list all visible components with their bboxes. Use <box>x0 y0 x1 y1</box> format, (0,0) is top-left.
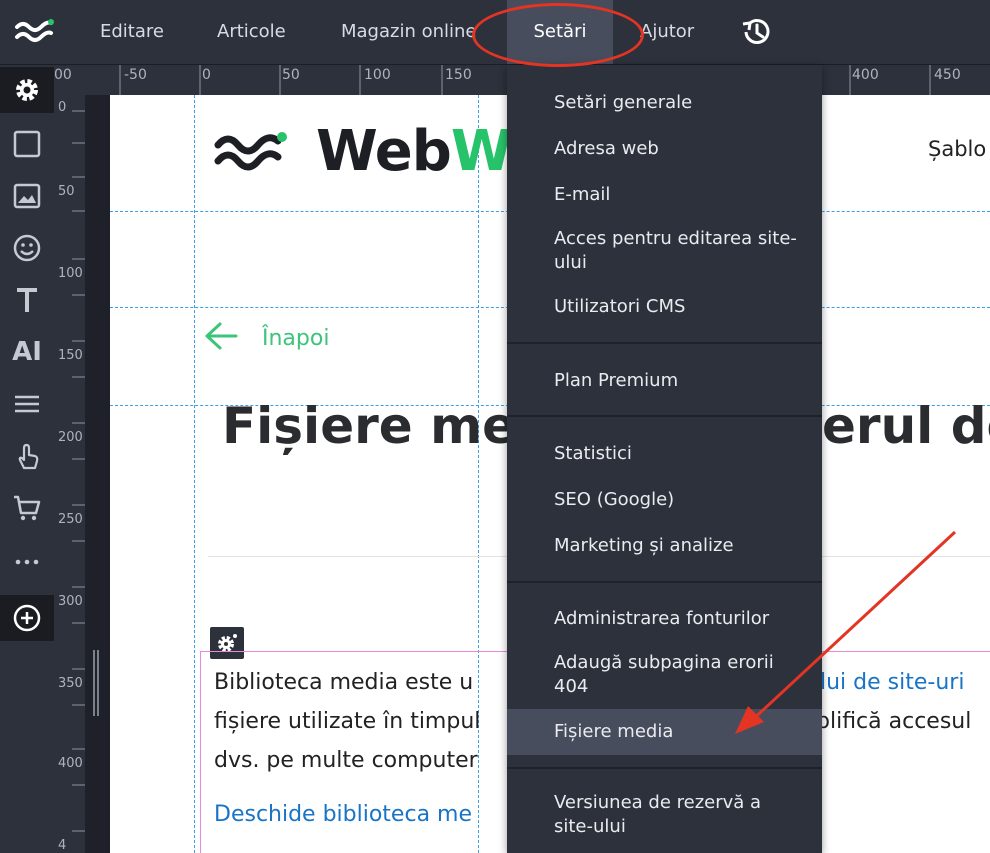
brand-name: WebW <box>316 119 513 184</box>
para-text: Biblioteca media este u <box>214 670 474 695</box>
menu-separator <box>507 415 822 417</box>
menu-separator <box>507 342 822 344</box>
ruler-ticks <box>72 110 85 832</box>
menu-item-utilizatori-cms[interactable]: Utilizatori CMS <box>507 295 822 319</box>
menu-separator <box>507 581 822 583</box>
section-icon[interactable] <box>0 121 54 167</box>
resize-grip-handle[interactable] <box>93 650 99 716</box>
menu-item-plan-premium[interactable]: Plan Premium <box>507 369 822 393</box>
para-line-3: dvs. pe multe computer <box>214 748 478 773</box>
settings-dropdown-menu: Setări generale Adresa web E-mail Acces … <box>507 65 822 853</box>
ai-label: AI <box>12 337 42 367</box>
menu-item-eroare-404[interactable]: Adaugă subpagina erorii 404 <box>507 651 822 699</box>
brand-logo-icon <box>214 132 287 171</box>
menu-separator <box>507 767 822 769</box>
arrow-left-icon[interactable] <box>204 321 238 351</box>
image-icon[interactable] <box>0 173 54 219</box>
para-line-2: fișiere utilizate în timpul <box>214 709 481 734</box>
open-media-library-link[interactable]: Deschide biblioteca me <box>214 802 472 827</box>
page-heading-right: erul de <box>822 397 990 455</box>
menu-lines-icon[interactable] <box>0 381 54 427</box>
menu-item-email[interactable]: E-mail <box>507 183 822 207</box>
menu-item-acces-editare[interactable]: Acces pentru editarea site-ului <box>507 227 822 275</box>
menu-magazin-online[interactable]: Magazin online <box>341 0 477 64</box>
menu-item-statistici[interactable]: Statistici <box>507 442 822 466</box>
menu-item-seo[interactable]: SEO (Google) <box>507 488 822 512</box>
brand-name-green: W <box>450 119 513 184</box>
menu-item-fonturi[interactable]: Administrarea fonturilor <box>507 607 822 631</box>
ai-icon[interactable]: AI <box>0 329 54 375</box>
page-heading-left: Fișiere me <box>222 397 517 455</box>
menu-item-fisiere-media[interactable]: Fișiere media <box>507 709 822 755</box>
more-icon[interactable] <box>0 539 54 585</box>
menu-item-marketing[interactable]: Marketing și analize <box>507 534 822 558</box>
back-link[interactable]: Înapoi <box>262 326 329 351</box>
history-icon[interactable] <box>738 14 774 50</box>
brand-name-dark: Web <box>316 119 452 184</box>
site-nav-item[interactable]: Șablo <box>928 137 986 161</box>
webwave-logo-icon[interactable] <box>14 18 54 46</box>
menu-setari[interactable]: Setări <box>507 0 613 64</box>
para-line-1: Biblioteca media este u <box>214 670 473 695</box>
layout-guide <box>194 95 195 853</box>
emoji-icon[interactable] <box>0 225 54 271</box>
menu-item-versiune-rezerva[interactable]: Versiunea de rezervă a site-ului <box>507 791 822 839</box>
left-toolbar: AI <box>0 65 54 853</box>
menu-articole[interactable]: Articole <box>217 0 286 64</box>
gear-icon[interactable] <box>0 67 54 113</box>
para-line-2-right: plifică accesul <box>816 709 972 734</box>
menu-editare[interactable]: Editare <box>100 0 164 64</box>
top-menu-bar: Editare Articole Magazin online Setări A… <box>0 0 990 65</box>
vertical-ruler: 0 50 100 150 200 250 300 350 400 4 <box>54 95 86 853</box>
touch-icon[interactable] <box>0 433 54 479</box>
menu-item-setari-generale[interactable]: Setări generale <box>507 91 822 115</box>
canvas-gutter <box>85 95 110 853</box>
para-inline-link[interactable]: lui de site-uri <box>820 670 964 695</box>
menu-item-adresa-web[interactable]: Adresa web <box>507 137 822 161</box>
cart-icon[interactable] <box>0 485 54 531</box>
add-icon[interactable] <box>0 595 54 641</box>
text-icon[interactable] <box>0 277 54 323</box>
menu-ajutor[interactable]: Ajutor <box>640 0 694 64</box>
